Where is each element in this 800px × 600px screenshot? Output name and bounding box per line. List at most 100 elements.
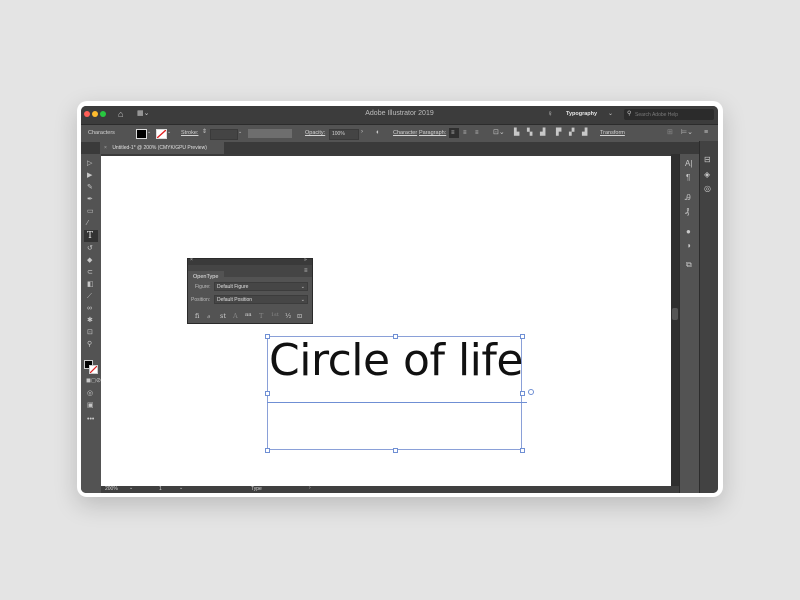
appearance-panel-icon[interactable]: ● bbox=[686, 228, 691, 236]
resize-handle[interactable] bbox=[520, 448, 525, 453]
gradient-tool-icon[interactable]: ◧ bbox=[87, 281, 94, 288]
paintbrush-tool-icon[interactable]: ⁄ bbox=[87, 220, 88, 227]
stroke-stepper-icon[interactable]: ⇕ bbox=[202, 129, 207, 135]
position-label: Position: bbox=[191, 297, 211, 303]
figure-select[interactable]: Default Figure ⌄ bbox=[214, 282, 308, 291]
select-similar-icon[interactable]: ⊨⌄ bbox=[681, 129, 693, 136]
align-center-icon[interactable]: ≡ bbox=[463, 130, 467, 136]
opacity-label[interactable]: Opacity: bbox=[305, 130, 325, 136]
stroke-label[interactable]: Stroke: bbox=[181, 130, 198, 136]
document-tab-bar: × Untitled-1* @ 200% (CMYK/GPU Preview) bbox=[81, 142, 718, 154]
rotate-tool-icon[interactable]: ↺ bbox=[87, 245, 93, 252]
stylistic-sets-button[interactable]: ⊡ bbox=[297, 312, 302, 320]
canvas-area[interactable]: × » OpenType ≡ Figure: Default Figure ⌄ … bbox=[101, 154, 679, 486]
zoom-dropdown-icon[interactable]: ⌄ bbox=[129, 486, 133, 491]
artboard-number[interactable]: 1 bbox=[159, 486, 162, 492]
character-styles-icon[interactable]: Ꭿ bbox=[685, 194, 691, 202]
direct-selection-tool-icon[interactable]: ▶ bbox=[87, 172, 92, 179]
workspace-switcher[interactable]: Typography bbox=[566, 111, 597, 117]
panel-collapse-icon[interactable]: » bbox=[304, 258, 307, 263]
resize-handle[interactable] bbox=[265, 448, 270, 453]
edit-toolbar-icon[interactable]: ••• bbox=[87, 416, 94, 423]
fractions-button[interactable]: ½ bbox=[285, 312, 291, 320]
character-panel-icon[interactable]: A| bbox=[685, 160, 692, 168]
rectangle-tool-icon[interactable]: ▭ bbox=[87, 208, 94, 215]
align-left-button[interactable]: ≡ bbox=[449, 128, 459, 138]
text-thread-port[interactable] bbox=[528, 389, 534, 395]
chevron-down-icon[interactable]: ⌄ bbox=[608, 111, 613, 117]
fill-swatch[interactable] bbox=[136, 129, 147, 139]
panel-menu-icon[interactable]: ≡ bbox=[304, 268, 308, 274]
zoom-level[interactable]: 200% bbox=[105, 486, 118, 492]
artboards-panel-icon[interactable]: ⧉ bbox=[686, 261, 692, 269]
variable-width-profile[interactable] bbox=[248, 129, 292, 138]
lightbulb-icon[interactable]: ♀ bbox=[547, 110, 553, 118]
screen-mode-icon[interactable]: ▣ bbox=[87, 402, 94, 409]
stroke-weight-dropdown-icon[interactable]: ⌄ bbox=[238, 130, 242, 135]
paragraph-link[interactable]: Paragraph: bbox=[419, 130, 446, 136]
opacity-input[interactable]: 100% bbox=[329, 129, 359, 140]
stroke-swatch[interactable] bbox=[156, 129, 167, 139]
swash-button[interactable]: A bbox=[233, 312, 238, 320]
eraser-tool-icon[interactable]: ◆ bbox=[87, 257, 92, 264]
vertical-align-bottom-icon[interactable]: ▟ bbox=[582, 129, 587, 136]
search-placeholder: Search Adobe Help bbox=[635, 112, 679, 118]
draw-mode-icon[interactable]: ◎ bbox=[87, 390, 93, 397]
panel-close-icon[interactable]: × bbox=[190, 258, 193, 263]
horizontal-align-right-icon[interactable]: ▟ bbox=[540, 129, 545, 136]
vertical-align-top-icon[interactable]: ▛ bbox=[556, 129, 561, 136]
properties-panel-icon[interactable]: ⊟ bbox=[704, 156, 711, 164]
document-tab[interactable]: × Untitled-1* @ 200% (CMYK/GPU Preview) bbox=[100, 142, 224, 154]
opacity-expand-icon[interactable]: › bbox=[361, 129, 363, 135]
character-link[interactable]: Character bbox=[393, 130, 417, 136]
vertical-scrollbar[interactable] bbox=[671, 154, 679, 486]
horizontal-align-center-icon[interactable]: ▚ bbox=[527, 129, 532, 136]
eyedropper-tool-icon[interactable]: ⟋ bbox=[87, 293, 92, 300]
recolor-artwork-icon[interactable]: ◐ bbox=[376, 129, 380, 136]
stroke-dropdown-icon[interactable]: ⌄ bbox=[167, 130, 171, 135]
resize-handle[interactable] bbox=[265, 391, 270, 396]
isolate-icon[interactable]: ⊞ bbox=[667, 129, 673, 136]
stroke-color-swatch[interactable] bbox=[89, 365, 98, 374]
opentype-panel-icon[interactable]: ₰ bbox=[685, 208, 689, 216]
discretionary-ligatures-button[interactable]: st bbox=[220, 312, 226, 320]
standard-ligatures-button[interactable]: fi bbox=[195, 312, 199, 320]
stylistic-alternates-button[interactable]: aa bbox=[245, 312, 252, 318]
type-tool-button[interactable]: T bbox=[84, 230, 98, 242]
paragraph-panel-icon[interactable]: ¶ bbox=[686, 174, 690, 182]
panel-menu-icon[interactable]: ≡ bbox=[704, 129, 708, 136]
scroll-thumb[interactable] bbox=[672, 308, 678, 320]
curvature-tool-icon[interactable]: ✎ bbox=[87, 184, 93, 191]
horizontal-align-left-icon[interactable]: ▙ bbox=[514, 129, 519, 136]
resize-handle[interactable] bbox=[520, 391, 525, 396]
status-menu-icon[interactable]: › bbox=[309, 486, 311, 491]
ordinals-button[interactable]: 1st bbox=[271, 312, 279, 318]
libraries-panel-icon[interactable]: ◎ bbox=[704, 185, 711, 193]
graphic-styles-icon[interactable]: ◑ bbox=[686, 242, 691, 250]
artboard[interactable]: × » OpenType ≡ Figure: Default Figure ⌄ … bbox=[101, 156, 671, 486]
pen-tool-icon[interactable]: ✒ bbox=[87, 196, 93, 203]
text-baseline bbox=[267, 402, 527, 403]
tab-close-icon[interactable]: × bbox=[104, 145, 107, 151]
zoom-tool-icon[interactable]: ⚲ bbox=[87, 341, 92, 348]
search-field[interactable]: ⚲ Search Adobe Help bbox=[624, 109, 714, 120]
transform-link[interactable]: Transform bbox=[600, 130, 625, 136]
blend-tool-icon[interactable]: ∞ bbox=[87, 305, 92, 312]
layers-panel-icon[interactable]: ◈ bbox=[704, 171, 710, 179]
vertical-align-center-icon[interactable]: ▞ bbox=[569, 129, 574, 136]
color-mode-icon[interactable]: ◼◻⊘ bbox=[86, 378, 101, 384]
artboard-dropdown-icon[interactable]: ⌄ bbox=[179, 486, 183, 491]
stroke-weight-input[interactable] bbox=[210, 129, 238, 140]
canvas-text[interactable]: Circle of life bbox=[269, 339, 523, 383]
align-to-icon[interactable]: ⊡⌄ bbox=[493, 129, 505, 136]
selection-tool-icon[interactable]: ▷ bbox=[87, 160, 92, 167]
position-select[interactable]: Default Position ⌄ bbox=[214, 295, 308, 304]
resize-handle[interactable] bbox=[393, 448, 398, 453]
contextual-alternates-button[interactable]: ℴ bbox=[207, 312, 210, 320]
symbol-sprayer-tool-icon[interactable]: ✱ bbox=[87, 317, 93, 324]
titling-alternates-button[interactable]: T bbox=[259, 312, 263, 320]
align-right-icon[interactable]: ≡ bbox=[475, 130, 479, 136]
artboard-tool-icon[interactable]: ⊡ bbox=[87, 329, 93, 336]
fill-dropdown-icon[interactable]: ⌄ bbox=[147, 130, 151, 135]
warp-tool-icon[interactable]: ⊂ bbox=[87, 269, 93, 276]
